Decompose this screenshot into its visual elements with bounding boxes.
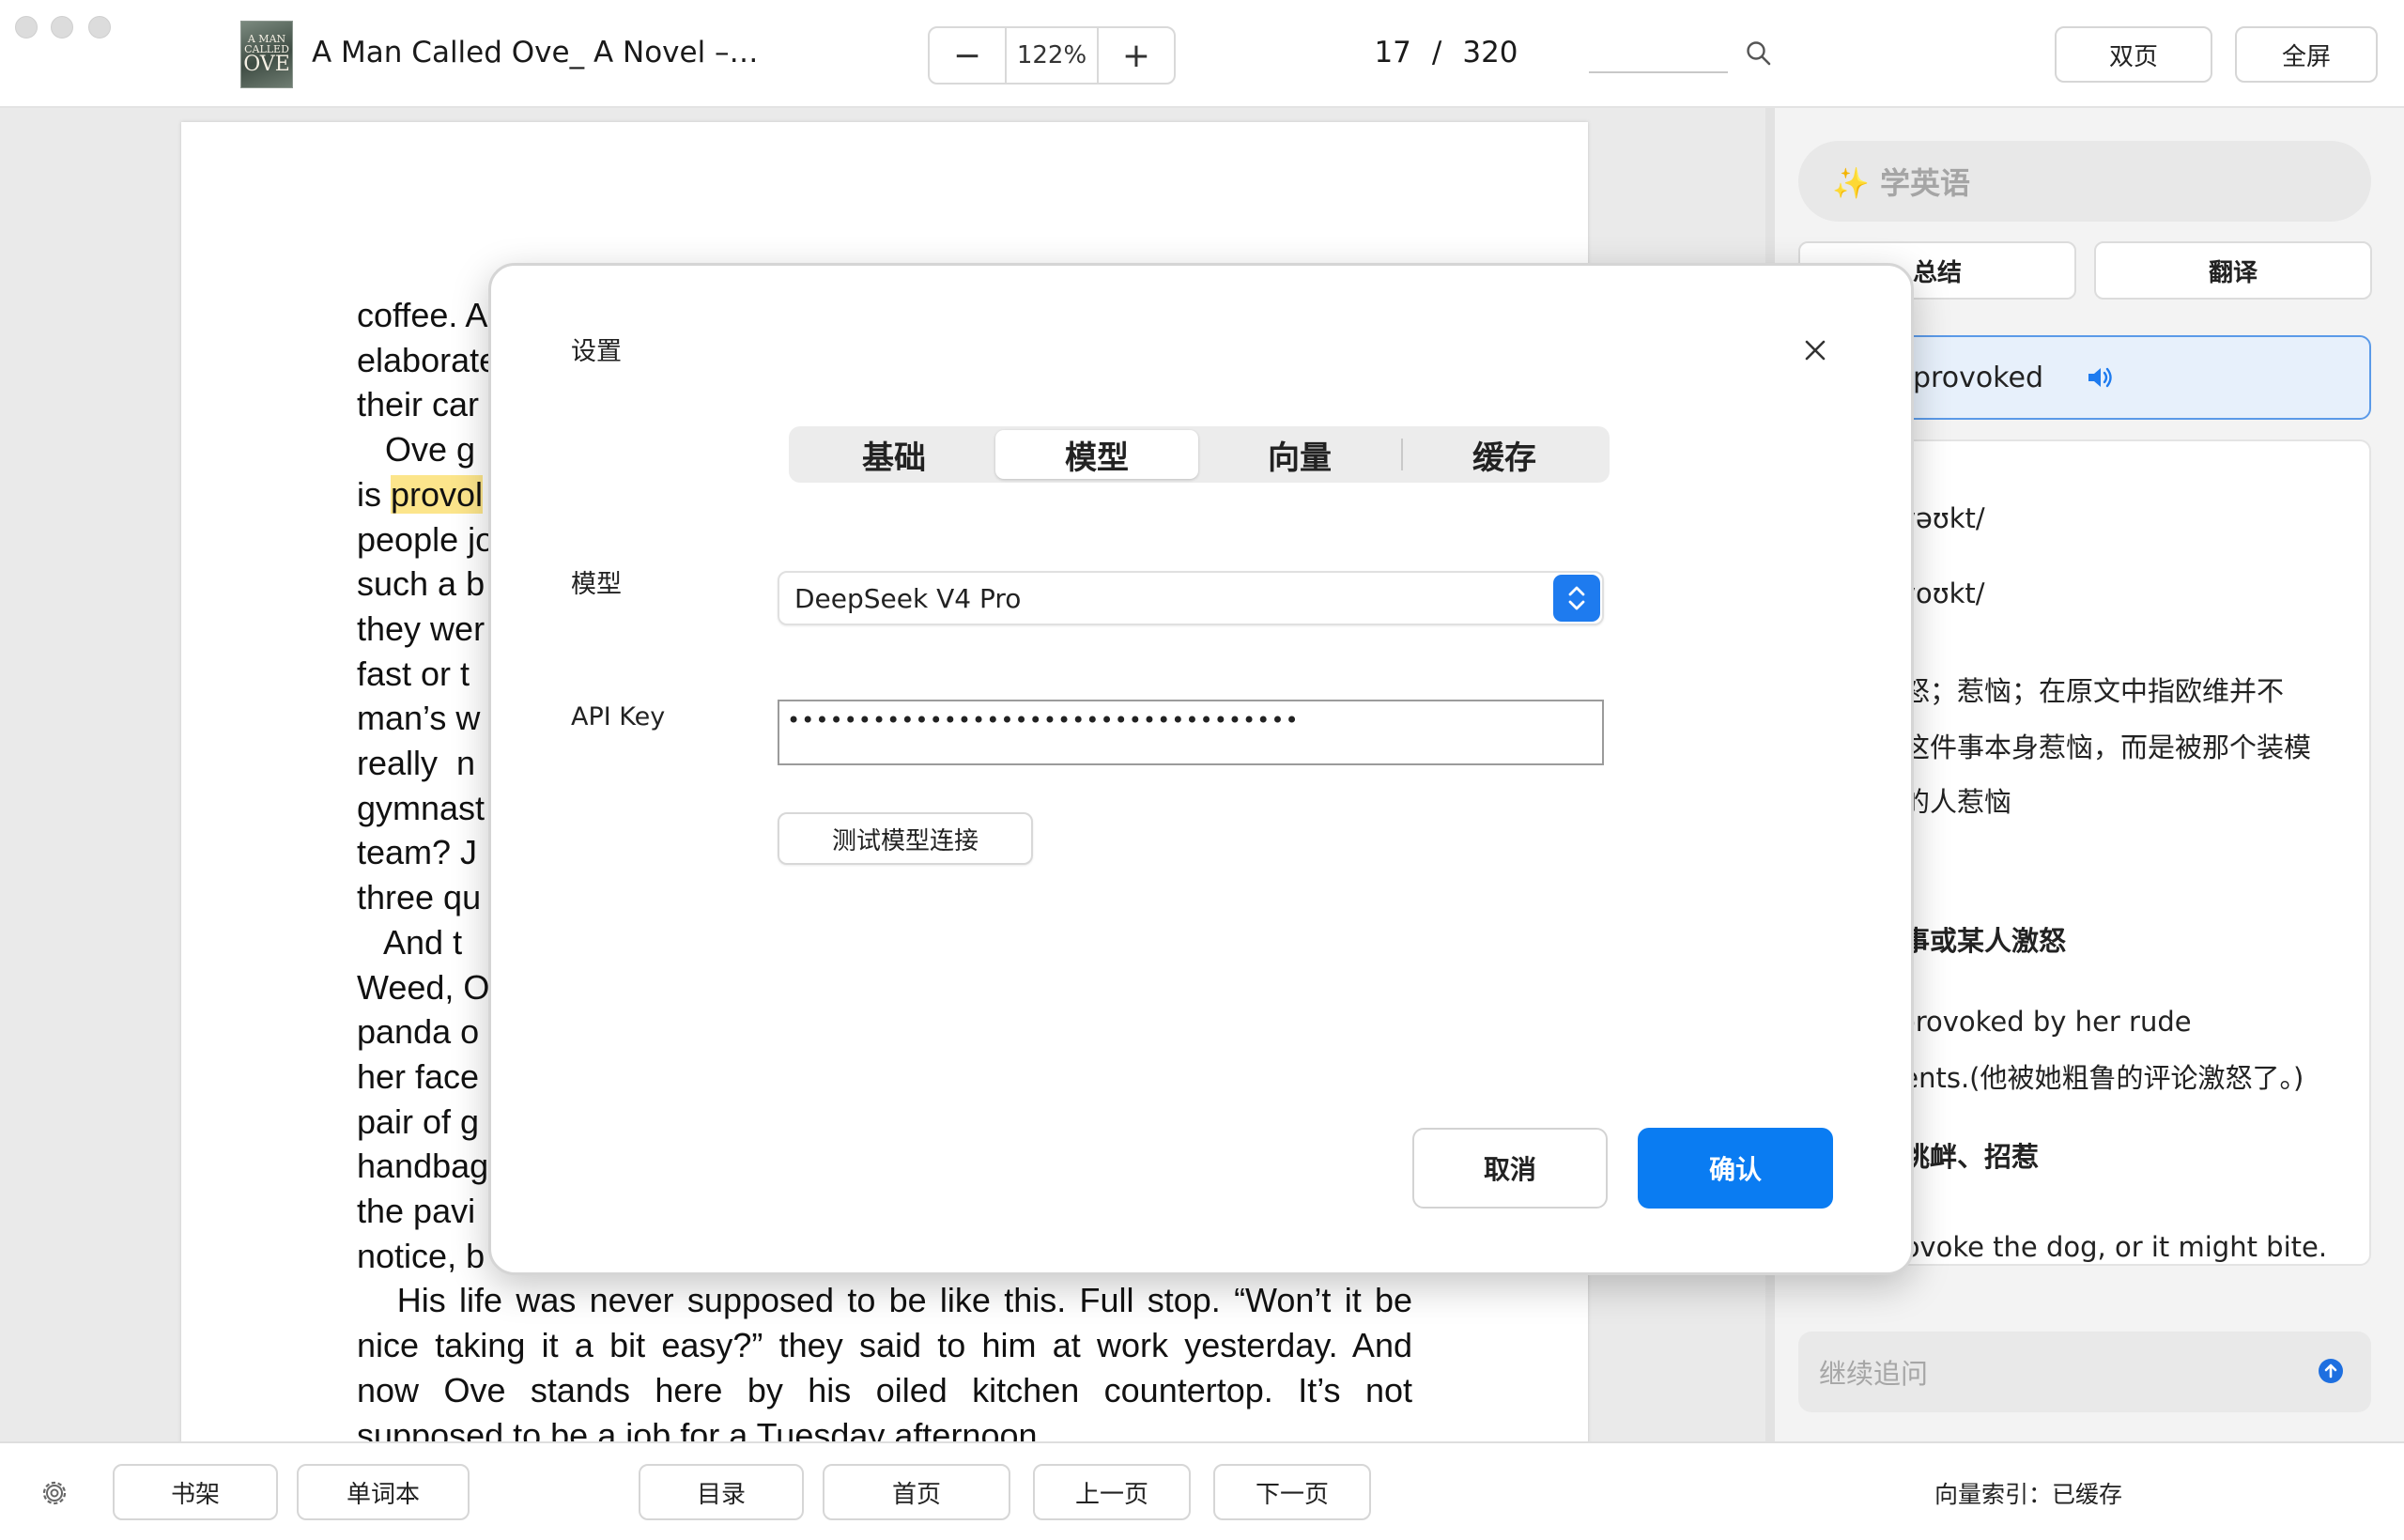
current-page[interactable]: 17 — [1374, 36, 1410, 69]
next-page-button[interactable]: 下一页 — [1213, 1464, 1371, 1520]
previous-page-button[interactable]: 上一页 — [1033, 1464, 1191, 1520]
confirm-button[interactable]: 确认 — [1638, 1128, 1833, 1209]
word-text: provoked — [1913, 361, 2043, 394]
vector-index-status: 向量索引：已缓存 — [1934, 1481, 2123, 1508]
learn-english-button[interactable]: ✨ 学英语 — [1798, 141, 2371, 222]
home-page-button[interactable]: 首页 — [823, 1464, 1010, 1520]
bookshelf-button[interactable]: 书架 — [113, 1464, 278, 1520]
fullscreen-button[interactable]: 全屏 — [2235, 26, 2378, 83]
gear-icon[interactable] — [38, 1476, 71, 1510]
tab-basic[interactable]: 基础 — [793, 430, 995, 479]
api-key-label: API Key — [571, 702, 666, 732]
select-chevron-icon[interactable] — [1553, 575, 1600, 622]
zoom-out-button[interactable]: − — [930, 28, 1005, 83]
window-zoom-button[interactable] — [88, 16, 111, 38]
speaker-icon[interactable] — [2085, 363, 2113, 392]
total-pages: 320 — [1462, 36, 1518, 69]
translate-button[interactable]: 翻译 — [2094, 241, 2372, 300]
page-text-line: His life was never supposed to be like t… — [357, 1281, 1412, 1320]
explanation-line: s provoked by her rude — [1875, 1006, 2192, 1038]
book-title: A Man Called Ove_ A Novel –… — [312, 36, 759, 69]
book-cover-text-bottom: OVE — [243, 53, 290, 76]
line-text: is — [357, 474, 391, 514]
test-connection-button[interactable]: 测试模型连接 — [778, 812, 1033, 865]
page-separator: / — [1431, 36, 1442, 69]
toc-button[interactable]: 目录 — [639, 1464, 804, 1520]
page-text-line: nice taking it a bit easy?” they said to… — [357, 1326, 1412, 1365]
explanation-line: ments.(他被她粗鲁的评论激怒了。) — [1875, 1062, 2304, 1094]
search-input[interactable] — [1589, 71, 1728, 73]
book-cover: A MAN CALLED OVE — [240, 21, 293, 88]
zoom-value: 122% — [1005, 28, 1099, 83]
zoom-in-button[interactable]: + — [1099, 28, 1174, 83]
close-icon[interactable] — [1801, 336, 1829, 364]
cancel-button[interactable]: 取消 — [1412, 1128, 1608, 1209]
window-minimize-button[interactable] — [51, 16, 73, 38]
settings-tabs: 基础 模型 向量 缓存 — [789, 426, 1610, 483]
highlighted-word[interactable]: provol — [391, 474, 484, 514]
tab-vector[interactable]: 向量 — [1198, 430, 1401, 479]
page-indicator: 17 / 320 — [1352, 36, 1540, 69]
book-cover-text-top: A MAN CALLED — [244, 33, 289, 55]
tab-model[interactable]: 模型 — [995, 430, 1198, 479]
api-key-field[interactable]: •••••••••••••••••••••••••••••••••••• — [778, 700, 1604, 765]
followup-input[interactable]: 继续追问 — [1798, 1332, 2371, 1412]
send-icon[interactable] — [2318, 1358, 2344, 1384]
settings-dialog — [488, 263, 1914, 1275]
zoom-control: − 122% + — [928, 26, 1176, 85]
explanation-line: 激怒；惹恼；在原文中指欧维并不 — [1875, 675, 2285, 707]
explanation-line: 步这件事本身惹恼，而是被那个装模 — [1875, 732, 2312, 763]
page-text-line: now Ove stands here by his oiled kitchen… — [357, 1370, 1412, 1409]
double-page-button[interactable]: 双页 — [2055, 26, 2212, 83]
dialog-title: 设置 — [571, 337, 622, 366]
model-select[interactable]: DeepSeek V4 Pro — [778, 571, 1604, 625]
model-label: 模型 — [571, 570, 622, 599]
window-close-button[interactable] — [15, 16, 38, 38]
explanation-line: provoke the dog, or it might bite. — [1875, 1231, 2328, 1263]
search-icon[interactable] — [1745, 39, 1773, 68]
vocabulary-button[interactable]: 单词本 — [297, 1464, 470, 1520]
tab-cache[interactable]: 缓存 — [1403, 430, 1606, 479]
